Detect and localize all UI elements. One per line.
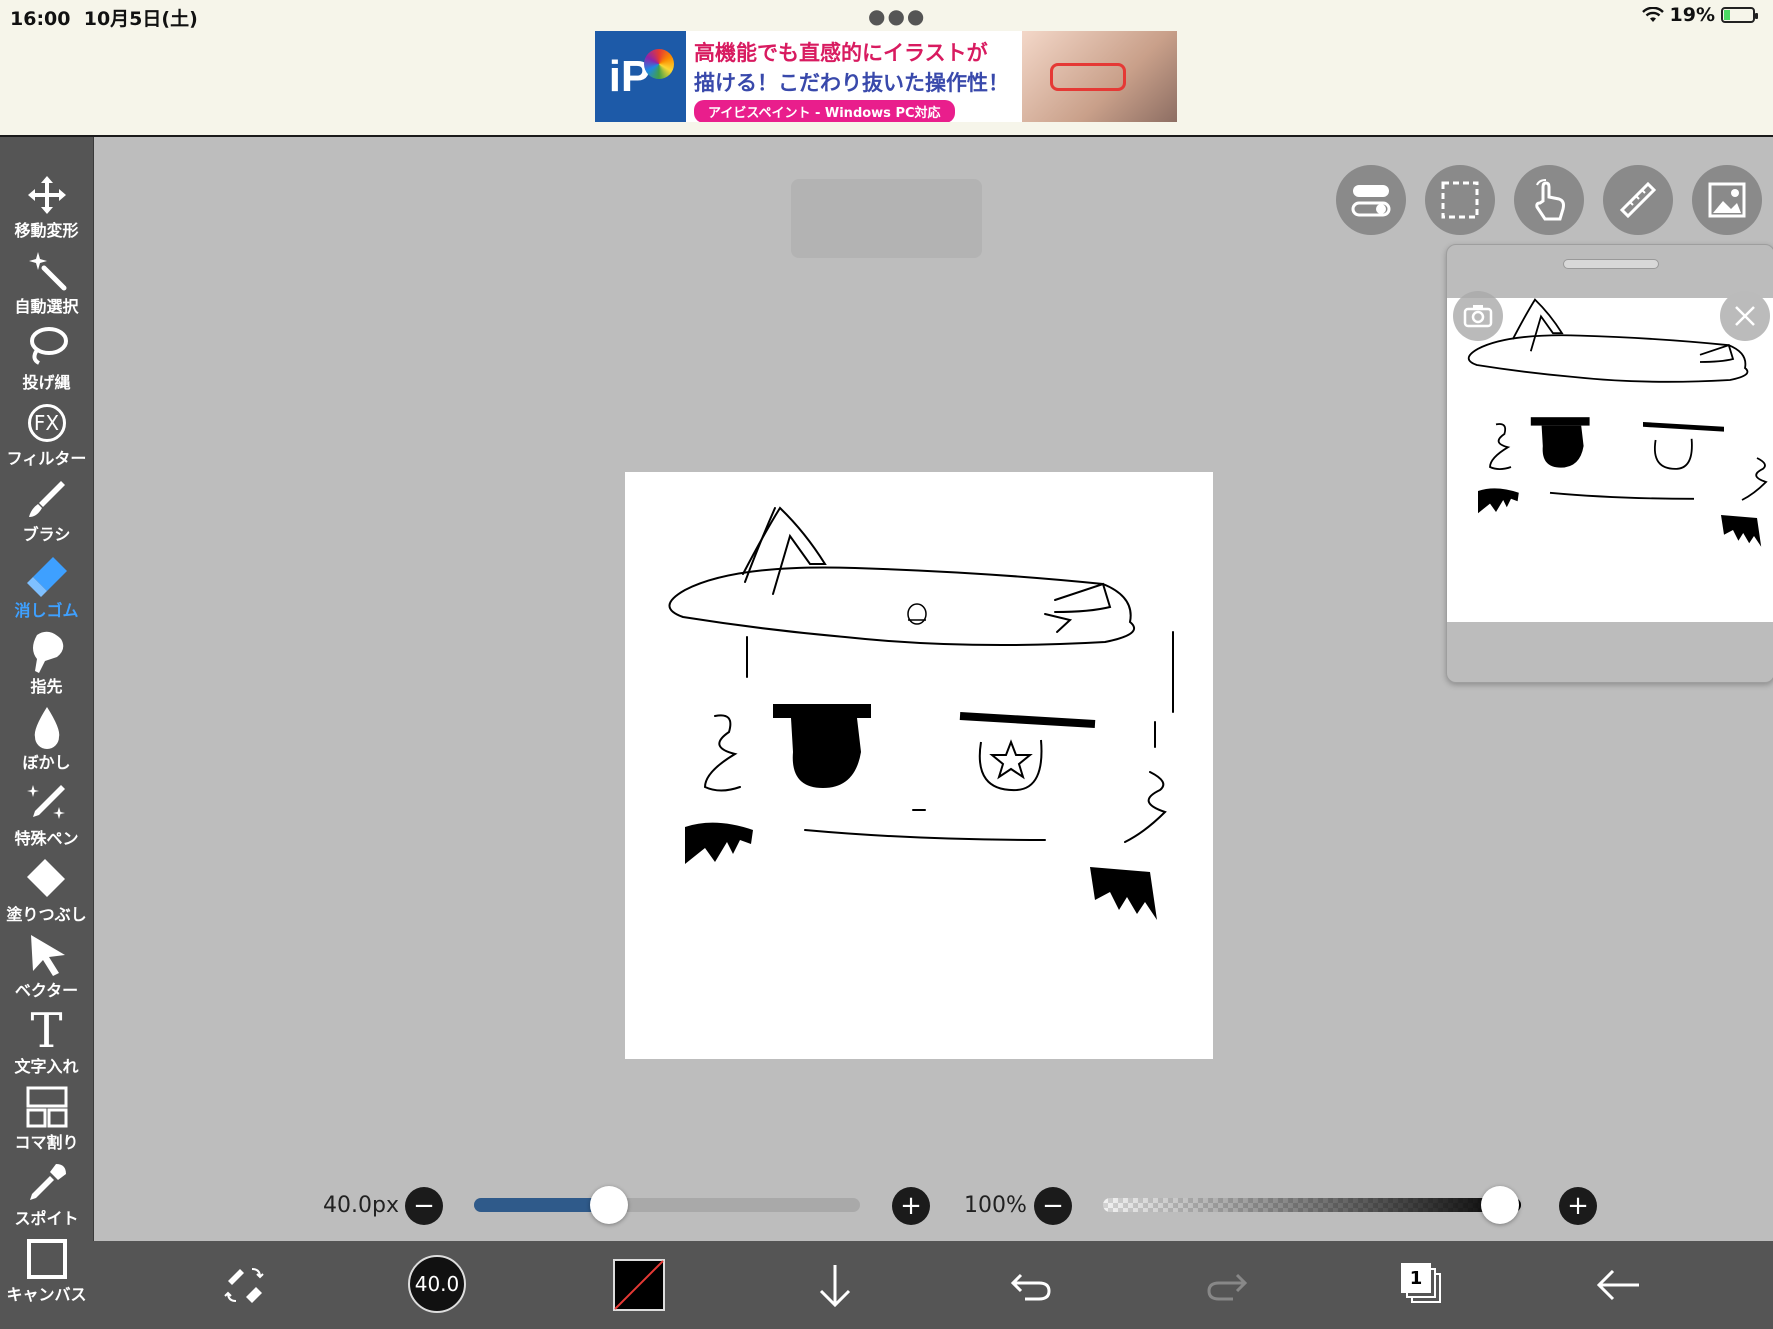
ruler-icon: [1619, 181, 1657, 219]
touch-gesture-button[interactable]: [1514, 165, 1584, 235]
ad-headline-2: 描ける！こだわり抜いた操作性！: [694, 71, 1009, 95]
camera-icon: [1463, 305, 1493, 328]
ad-banner[interactable]: iP 高機能でも直感的にイラストが 描ける！こだわり抜いた操作性！ アイビスペイ…: [595, 31, 1177, 122]
text-icon: T: [30, 1003, 63, 1059]
navigator-preview-artwork: [1467, 298, 1768, 547]
tool-vector[interactable]: ベクター: [0, 933, 93, 1009]
navigator-preview: [1447, 298, 1773, 622]
tool-finger[interactable]: 指先: [0, 629, 93, 705]
brush-size-value: 40.0px: [323, 1193, 399, 1218]
tool-blur[interactable]: ぼかし: [0, 705, 93, 781]
brush-size-minus-button[interactable]: −: [405, 1187, 443, 1225]
ruler-button[interactable]: [1603, 165, 1673, 235]
finger-icon: [32, 631, 63, 673]
color-swatch-icon: [613, 1259, 665, 1311]
download-button[interactable]: [803, 1253, 867, 1317]
drawing-canvas[interactable]: [625, 472, 1213, 1059]
lasso-icon: [29, 327, 68, 365]
tool-frame-divider[interactable]: コマ割り: [0, 1085, 93, 1161]
layers-button[interactable]: 1: [1391, 1253, 1455, 1317]
brush-size-preview-text: 40.0: [414, 1272, 460, 1296]
tool-sidebar: 移動変形 自動選択 投げ縄 FX フィルター ブラシ 消しゴム 指先 ぼかし 特…: [0, 137, 94, 1329]
tool-filter[interactable]: FX フィルター: [0, 401, 93, 477]
fx-icon: FX: [27, 404, 66, 442]
tool-eyedropper[interactable]: スポイト: [0, 1161, 93, 1237]
toggle-icon: [1351, 185, 1391, 217]
status-time: 16:00 10月5日(土): [10, 8, 198, 30]
blur-drop-icon: [34, 707, 59, 749]
tool-eraser[interactable]: 消しゴム: [0, 553, 93, 629]
ibis-logo: iP: [595, 31, 686, 122]
battery-icon: [1721, 7, 1758, 23]
back-button[interactable]: [1587, 1253, 1651, 1317]
tool-canvas[interactable]: キャンバス: [0, 1237, 93, 1313]
ad-character-image: [1022, 31, 1177, 122]
ad-pill: アイビスペイント - Windows PC対応: [694, 100, 955, 122]
redo-icon: [1207, 1273, 1248, 1301]
layers-icon: 1: [1401, 1263, 1445, 1307]
multitask-dots-icon[interactable]: ●●●: [868, 4, 926, 28]
bottom-toolbar: 40.0 1: [93, 1241, 1773, 1329]
undo-button[interactable]: [999, 1253, 1063, 1317]
brush-size-slider[interactable]: [474, 1198, 860, 1212]
magic-wand-icon: [28, 252, 66, 291]
opacity-value: 100%: [964, 1193, 1027, 1218]
tool-text[interactable]: T 文字入れ: [0, 1003, 93, 1085]
color-picker-button[interactable]: [607, 1253, 671, 1317]
vector-icon: [30, 935, 65, 976]
canvas-hint-box: [791, 179, 982, 258]
selection-dashed-icon: [1441, 181, 1479, 219]
undo-icon: [1010, 1273, 1051, 1301]
navigator-drag-handle[interactable]: [1563, 259, 1659, 269]
swap-tool-button[interactable]: [212, 1253, 276, 1317]
close-icon: [1735, 306, 1755, 326]
opacity-slider-knob[interactable]: [1481, 1186, 1519, 1224]
drawing-artwork: [668, 506, 1174, 920]
hand-touch-icon: [1535, 179, 1565, 221]
eyedropper-icon: [29, 1164, 66, 1200]
tool-auto-select[interactable]: 自動選択: [0, 249, 93, 325]
fill-icon: [26, 859, 65, 897]
canvas-icon: [26, 1239, 67, 1279]
material-image-button[interactable]: [1692, 165, 1762, 235]
selection-button[interactable]: [1425, 165, 1495, 235]
eraser-icon: [26, 557, 67, 597]
tool-lasso[interactable]: 投げ縄: [0, 325, 93, 401]
opacity-plus-button[interactable]: +: [1559, 1187, 1597, 1225]
navigator-camera-button[interactable]: [1453, 291, 1503, 341]
navigator-close-button[interactable]: [1720, 291, 1770, 341]
frame-divider-icon: [26, 1086, 67, 1128]
top-bar: 16:00 10月5日(土) ●●● 19% iP 高機能でも直感的にイラストが…: [0, 0, 1773, 137]
layer-count: 1: [1401, 1263, 1431, 1293]
redo-button[interactable]: [1195, 1253, 1259, 1317]
ad-headline-1: 高機能でも直感的にイラストが: [694, 41, 988, 65]
tool-brush[interactable]: ブラシ: [0, 477, 93, 553]
settings-toggle-button[interactable]: [1336, 165, 1406, 235]
navigator-panel[interactable]: [1446, 244, 1773, 683]
brush-size-slider-knob[interactable]: [590, 1186, 629, 1224]
brush-size-slider-fill: [474, 1198, 610, 1212]
status-right: 19%: [1641, 4, 1758, 26]
image-icon: [1708, 182, 1746, 218]
brush-icon: [28, 481, 65, 517]
opacity-minus-button[interactable]: −: [1034, 1187, 1072, 1225]
battery-percent: 19%: [1669, 4, 1715, 26]
swap-brush-eraser-icon: [224, 1268, 264, 1303]
move-icon: [27, 176, 66, 214]
tool-special-pen[interactable]: 特殊ペン: [0, 781, 93, 857]
status-date: 10月5日(土): [83, 8, 198, 30]
arrow-left-icon: [1596, 1269, 1639, 1301]
wifi-icon: [1641, 7, 1664, 22]
tool-fill[interactable]: 塗りつぶし: [0, 857, 93, 933]
arrow-down-icon: [819, 1265, 851, 1308]
special-pen-icon: [26, 785, 65, 819]
brush-size-preview-button[interactable]: 40.0: [408, 1255, 466, 1313]
brush-size-plus-button[interactable]: +: [892, 1187, 930, 1225]
tool-move-transform[interactable]: 移動変形: [0, 173, 93, 249]
opacity-slider[interactable]: [1103, 1198, 1521, 1212]
